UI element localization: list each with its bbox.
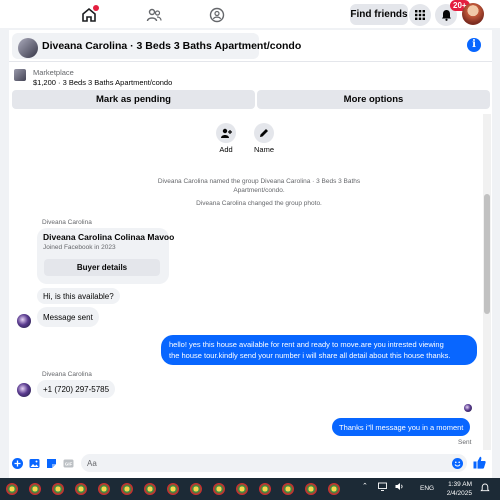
top-navigation: Find friends 20+ bbox=[0, 0, 500, 28]
chat-scrollbar[interactable] bbox=[483, 114, 491, 454]
plus-icon[interactable] bbox=[12, 458, 23, 469]
chrome-icon[interactable] bbox=[144, 483, 156, 495]
taskbar: ⌃ ENG 1:39 AM 2/4/2025 bbox=[0, 478, 500, 500]
photo-icon[interactable] bbox=[29, 458, 40, 469]
emoji-icon[interactable] bbox=[452, 458, 463, 469]
sender-avatar[interactable] bbox=[17, 314, 31, 328]
chrome-icon[interactable] bbox=[213, 483, 225, 495]
message-line: hello! yes this house available for rent… bbox=[169, 340, 444, 349]
buyer-card: Diveana Carolina Colinaa Mavoo Joined Fa… bbox=[37, 228, 174, 284]
pencil-icon bbox=[260, 129, 268, 137]
add-person-icon bbox=[220, 128, 232, 138]
chrome-icon[interactable] bbox=[190, 483, 202, 495]
menu-grid-icon[interactable] bbox=[409, 4, 431, 26]
notification-center-icon[interactable] bbox=[480, 483, 490, 495]
gif-icon[interactable]: GIF bbox=[63, 458, 74, 469]
buyer-joined: Joined Facebook in 2023 bbox=[43, 244, 116, 251]
chrome-icon[interactable] bbox=[29, 483, 41, 495]
buyer-name: Diveana Carolina Colinaa Mavoo bbox=[43, 232, 175, 242]
chrome-icon[interactable] bbox=[328, 483, 340, 495]
groups-icon[interactable] bbox=[206, 4, 228, 26]
name-group-button[interactable] bbox=[254, 123, 274, 143]
svg-text:GIF: GIF bbox=[65, 462, 73, 467]
message-bubble-incoming[interactable]: Message sent bbox=[37, 307, 99, 327]
volume-icon[interactable] bbox=[395, 482, 404, 493]
language-indicator[interactable]: ENG bbox=[420, 485, 434, 492]
chat-header: Diveana Carolina · 3 Beds 3 Baths Apartm… bbox=[9, 30, 492, 62]
name-label: Name bbox=[253, 145, 274, 154]
chrome-icon[interactable] bbox=[259, 483, 271, 495]
chrome-icon[interactable] bbox=[75, 483, 87, 495]
sent-status: Sent bbox=[458, 439, 472, 446]
add-label: Add bbox=[219, 145, 233, 154]
chrome-icon[interactable] bbox=[236, 483, 248, 495]
network-icon[interactable] bbox=[378, 482, 387, 493]
home-notification-dot bbox=[93, 5, 99, 11]
chrome-icon[interactable] bbox=[98, 483, 110, 495]
clock-time: 1:39 AM bbox=[448, 481, 472, 488]
more-options-button[interactable]: More options bbox=[257, 90, 490, 109]
sender-name: Diveana Carolina bbox=[42, 219, 92, 226]
chrome-icon[interactable] bbox=[305, 483, 317, 495]
chat-panel: Diveana Carolina · 3 Beds 3 Baths Apartm… bbox=[9, 30, 492, 478]
system-message-photo: Diveana Carolina changed the group photo… bbox=[196, 200, 322, 207]
mark-as-pending-button[interactable]: Mark as pending bbox=[12, 90, 255, 109]
message-composer: GIF Aa bbox=[9, 450, 492, 478]
thumbs-up-icon[interactable] bbox=[473, 456, 486, 469]
chrome-icon[interactable] bbox=[282, 483, 294, 495]
system-line: Apartment/condo. bbox=[233, 186, 285, 194]
system-line: Diveana Carolina named the group Diveana… bbox=[157, 178, 361, 185]
system-message-renamed: Diveana Carolina named the group Diveana… bbox=[129, 178, 389, 195]
buyer-details-button[interactable]: Buyer details bbox=[44, 259, 160, 276]
sender-name: Diveana Carolina bbox=[42, 371, 92, 378]
chrome-icon[interactable] bbox=[6, 483, 18, 495]
chrome-icon[interactable] bbox=[167, 483, 179, 495]
friends-icon[interactable] bbox=[143, 4, 165, 26]
taskbar-clock[interactable]: 1:39 AM 2/4/2025 bbox=[444, 480, 472, 498]
sender-avatar[interactable] bbox=[17, 383, 31, 397]
seen-avatar bbox=[464, 404, 472, 412]
chrome-icon[interactable] bbox=[52, 483, 64, 495]
message-bubble-incoming[interactable]: Hi, is this available? bbox=[37, 288, 120, 304]
add-person-button[interactable] bbox=[216, 123, 236, 143]
message-input[interactable]: Aa bbox=[81, 454, 467, 472]
group-photo bbox=[18, 38, 38, 58]
message-bubble-outgoing[interactable]: Thanks i"ll message you in a moment bbox=[332, 418, 471, 436]
chevron-up-icon[interactable]: ⌃ bbox=[362, 482, 368, 490]
scrollbar-thumb[interactable] bbox=[484, 194, 490, 314]
info-icon[interactable]: i bbox=[467, 38, 481, 52]
sticker-icon[interactable] bbox=[46, 458, 57, 469]
listing-description[interactable]: $1,200 · 3 Beds 3 Baths Apartment/condo bbox=[33, 78, 172, 87]
chat-title: Diveana Carolina · 3 Beds 3 Baths Apartm… bbox=[42, 40, 302, 52]
chat-title-button[interactable]: Diveana Carolina · 3 Beds 3 Baths Apartm… bbox=[12, 33, 301, 59]
message-bubble-incoming[interactable]: +1 (720) 297-5785 bbox=[37, 380, 116, 398]
find-friends-button[interactable]: Find friends bbox=[350, 4, 408, 25]
profile-avatar[interactable] bbox=[462, 3, 484, 25]
listing-thumbnail[interactable] bbox=[14, 69, 26, 81]
home-icon[interactable] bbox=[78, 4, 100, 26]
message-bubble-outgoing[interactable]: hello! yes this house available for rent… bbox=[161, 335, 477, 365]
message-line: the house tour.kindly send your number i… bbox=[169, 351, 451, 360]
marketplace-label: Marketplace bbox=[33, 68, 74, 77]
clock-date: 2/4/2025 bbox=[446, 490, 472, 497]
chrome-icon[interactable] bbox=[121, 483, 133, 495]
